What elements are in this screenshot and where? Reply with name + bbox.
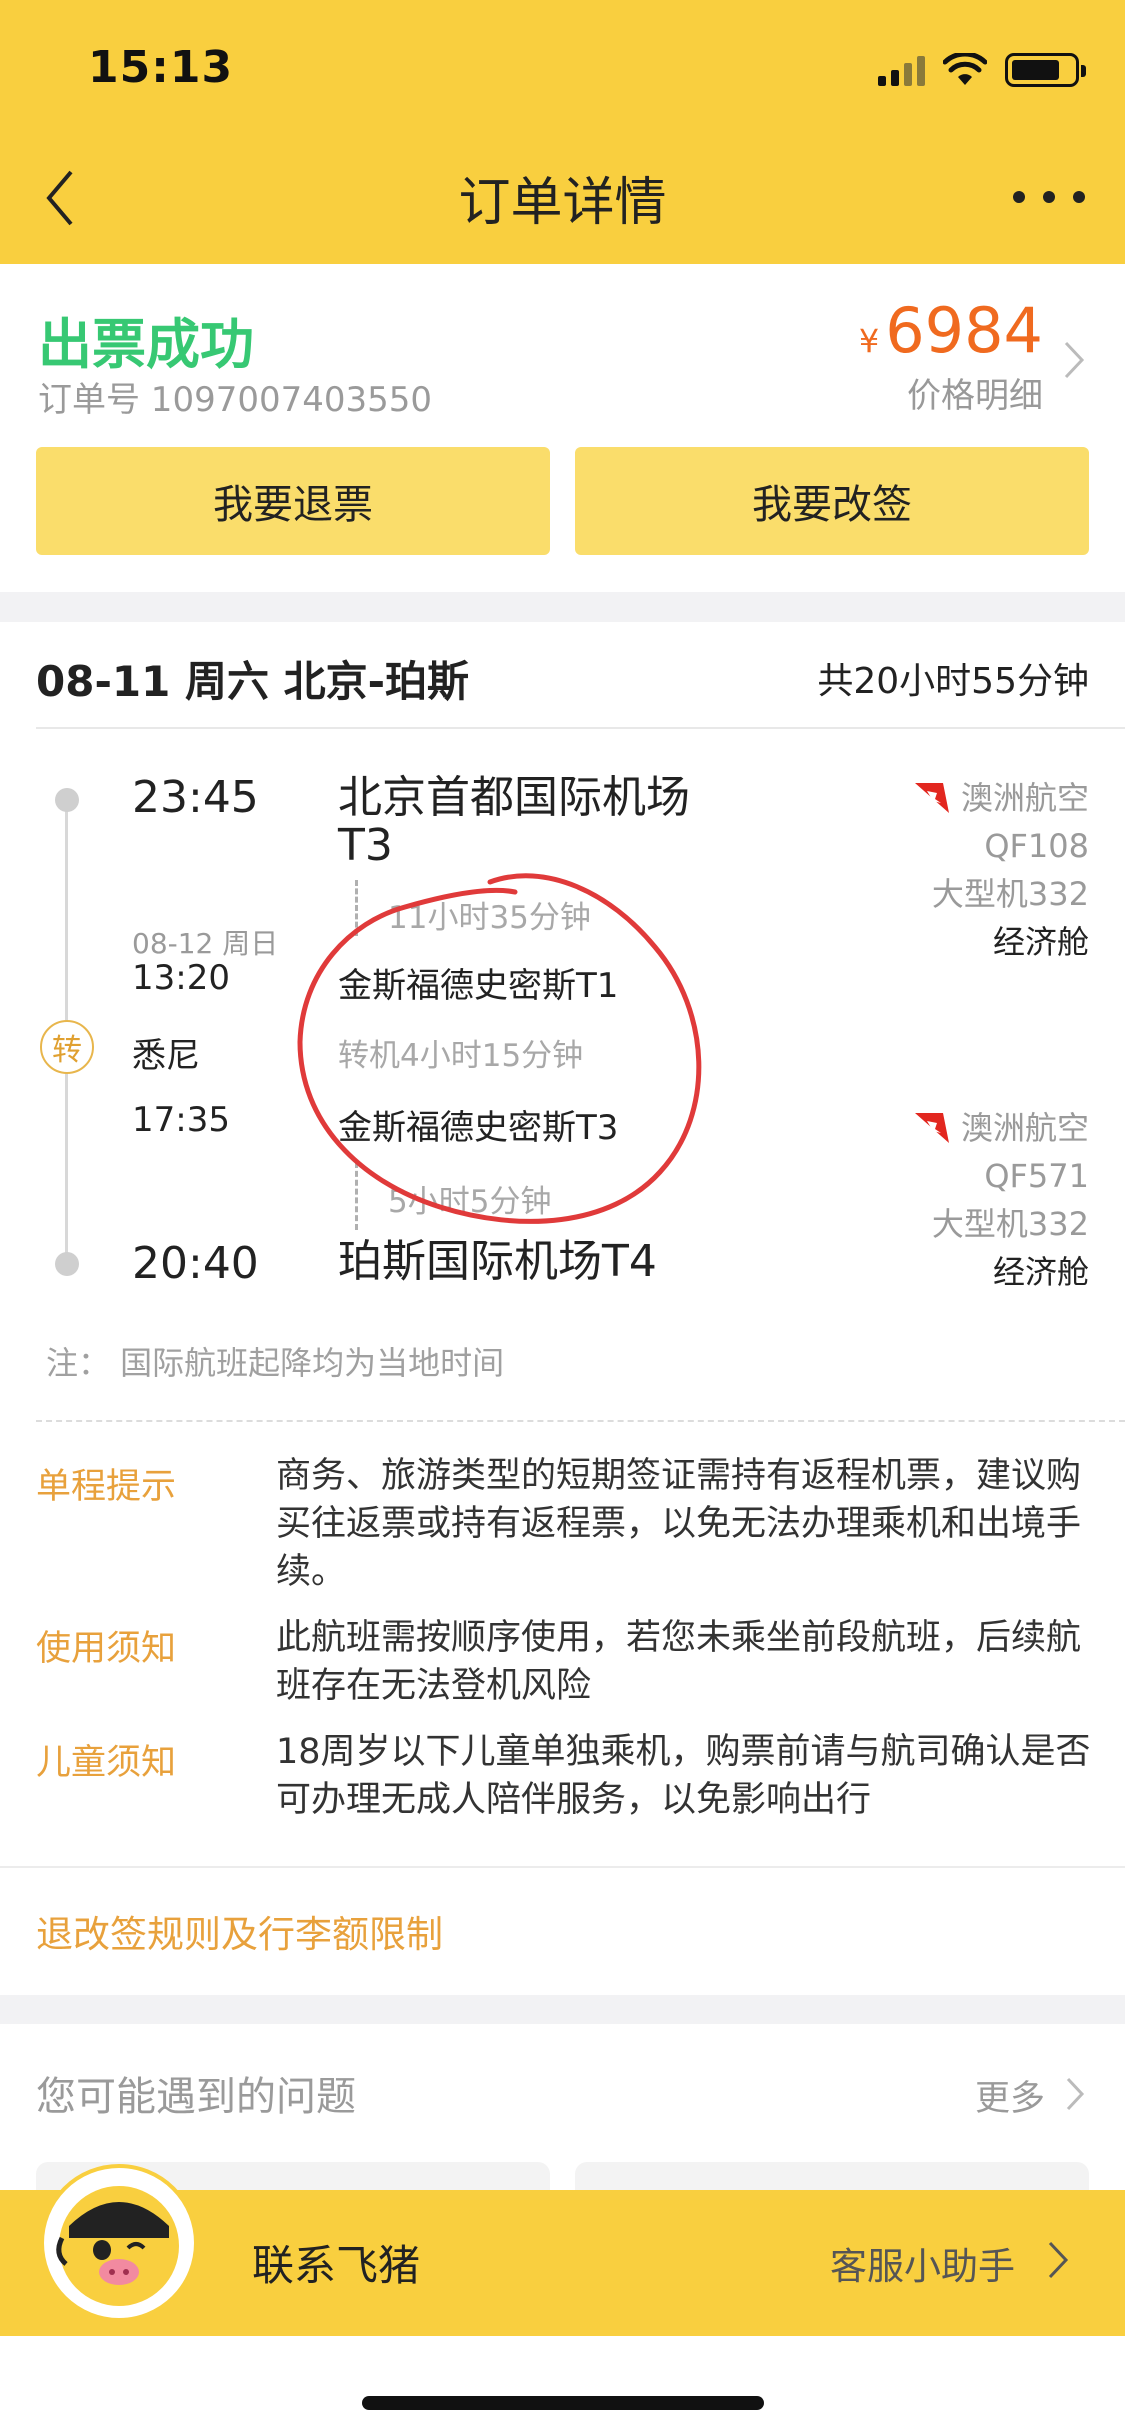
ticket-status: 出票成功 [38,313,254,376]
tip-text-usage: 此航班需按顺序使用，若您未乘坐前段航班，后续航班存在无法登机风险 [276,1618,1082,1706]
customer-service-helper[interactable]: 客服小助手 [830,2236,1015,2290]
refund-button[interactable]: 我要退票 [36,447,550,555]
qantas-logo-icon [914,783,949,813]
leg1-airline-info: 澳洲航空 QF108 大型机332 经济舱 [913,774,1089,966]
faq-title: 您可能遇到的问题 [36,2074,356,2120]
tip-text-children: 18周岁以下儿童单独乘机，购票前请与航司确认是否可办理无成人陪伴服务，以免影响出… [276,1732,1091,1820]
local-time-note: 注： 国际航班起降均为当地时间 [46,1344,505,1382]
page-title: 订单详情 [458,173,667,233]
mascot-avatar-icon[interactable] [40,2164,198,2322]
header-bar: 15:13 订单详情 [0,0,1125,264]
tip-label-usage: 使用须知 [36,1629,177,1669]
chevron-right-icon[interactable] [1063,340,1085,380]
price-total[interactable]: ¥ 6984 [859,294,1043,367]
order-number: 订单号 1097007403550 [38,380,433,420]
change-ticket-button[interactable]: 我要改签 [575,447,1089,555]
faq-more-link[interactable]: 更多 [975,2070,1045,2121]
transfer-arrive-time: 13:20 [132,958,230,998]
refund-rules-link[interactable]: 退改签规则及行李额限制 [36,1904,443,1958]
leg2-aircraft: 大型机332 [931,1205,1089,1243]
leg1-airline: 澳洲航空 [960,779,1089,817]
dashed-divider [36,1420,1125,1422]
total-duration: 共20小时55分钟 [817,661,1089,702]
signal-icon [878,54,925,86]
depart-dot [55,788,79,812]
arrive-airport: 珀斯国际机场T4 [338,1236,657,1287]
arrive-dot [55,1252,79,1276]
wifi-icon [943,53,987,85]
divider [0,1866,1125,1868]
qantas-logo-icon [914,1113,949,1143]
transfer-badge: 转 [40,1020,94,1074]
currency-symbol: ¥ [858,322,880,360]
leg2-flight-number: QF571 [984,1157,1089,1195]
pig-mascot-icon [56,2186,179,2306]
leg1-cabin: 经济舱 [992,923,1089,961]
transfer-city: 悉尼 [132,1036,200,1076]
battery-icon [1005,53,1086,87]
bottom-safe-area [0,2336,1125,2436]
contact-label[interactable]: 联系飞猪 [252,2232,420,2293]
price-detail-link[interactable]: 价格明细 [907,368,1043,417]
status-time: 15:13 [88,42,234,93]
price-value: 6984 [885,294,1043,367]
depart-time: 23:45 [132,772,259,823]
tip-text-oneway: 商务、旅游类型的短期签证需持有返程机票，建议购买往返票或持有返程票，以免无法办理… [276,1456,1082,1592]
transfer-depart-time: 17:35 [132,1100,230,1140]
leg2-airline: 澳洲航空 [960,1109,1089,1147]
transfer-arrive-date: 08-12 周日 [132,927,279,960]
divider [36,727,1125,729]
tip-label-children: 儿童须知 [36,1743,177,1783]
leg1-aircraft: 大型机332 [931,875,1089,913]
leg2-cabin: 经济舱 [992,1253,1089,1291]
status-icons [878,50,1086,90]
annotation-circle [297,873,702,1224]
route-title: 08-11 周六 北京-珀斯 [36,657,470,706]
leg1-flight-number: QF108 [984,827,1089,865]
chevron-right-icon[interactable] [1047,2240,1069,2280]
home-indicator[interactable] [362,2396,764,2410]
order-summary-card: 出票成功 订单号 1097007403550 ¥ 6984 价格明细 我要退票 … [0,264,1125,592]
more-dots-icon[interactable] [1013,172,1085,222]
arrive-time: 20:40 [132,1238,259,1289]
chevron-right-icon[interactable] [1065,2076,1085,2112]
tip-label-oneway: 单程提示 [36,1467,177,1507]
leg2-airline-info: 澳洲航空 QF571 大型机332 经济舱 [913,1104,1089,1296]
flight-detail-card: 08-11 周六 北京-珀斯 共20小时55分钟 转 23:45 北京首都国际机… [0,622,1125,1995]
